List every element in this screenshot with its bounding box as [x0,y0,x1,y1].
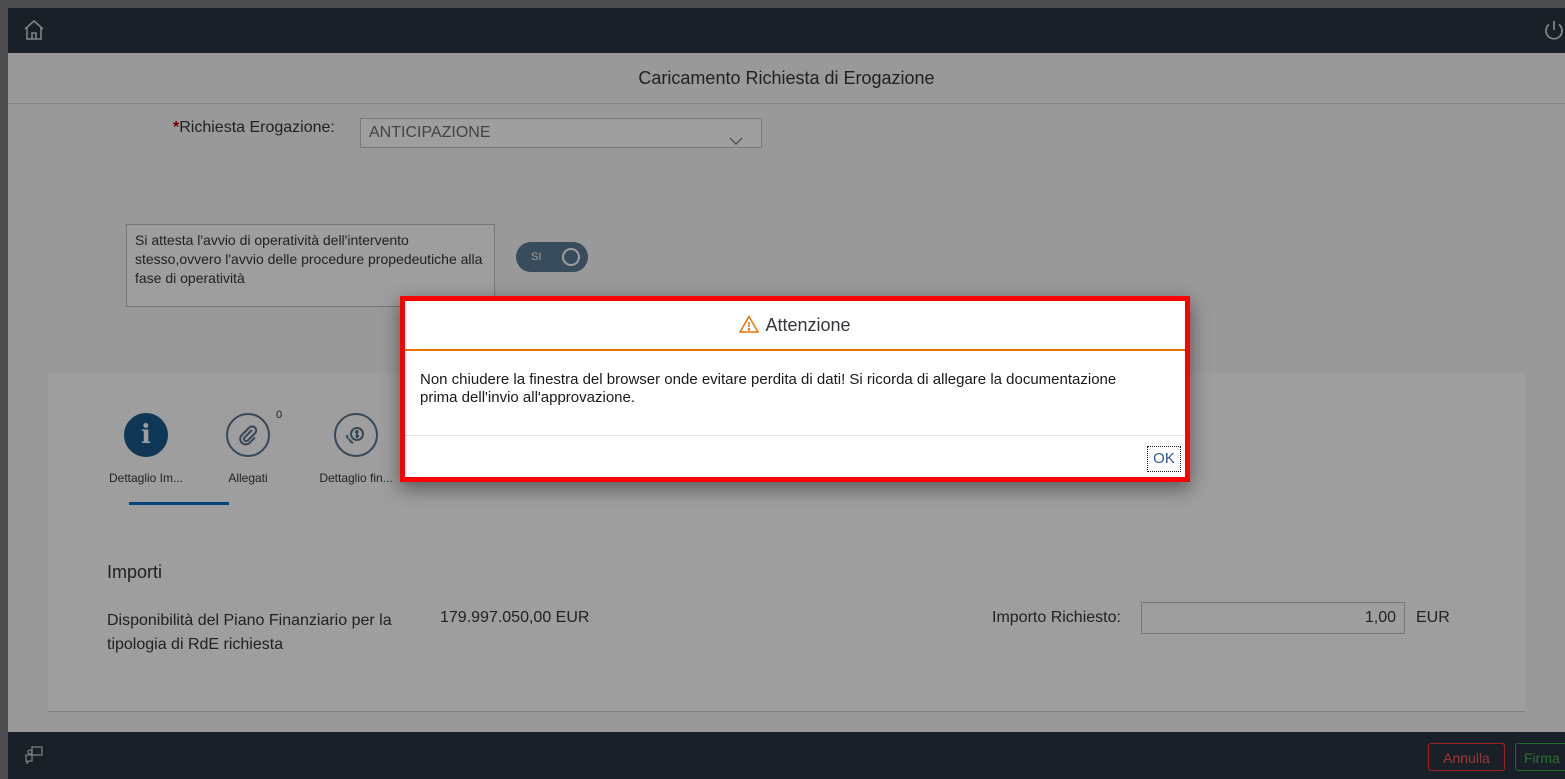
warning-icon [739,303,760,333]
dialog-header: Attenzione [405,301,1185,351]
dialog-title: Attenzione [765,315,851,335]
ok-button[interactable]: OK [1147,446,1181,472]
dialog-message: Non chiudere la finestra del browser ond… [420,371,1117,406]
warning-dialog: Attenzione Non chiudere la finestra del … [400,296,1190,482]
dialog-divider [405,435,1185,436]
